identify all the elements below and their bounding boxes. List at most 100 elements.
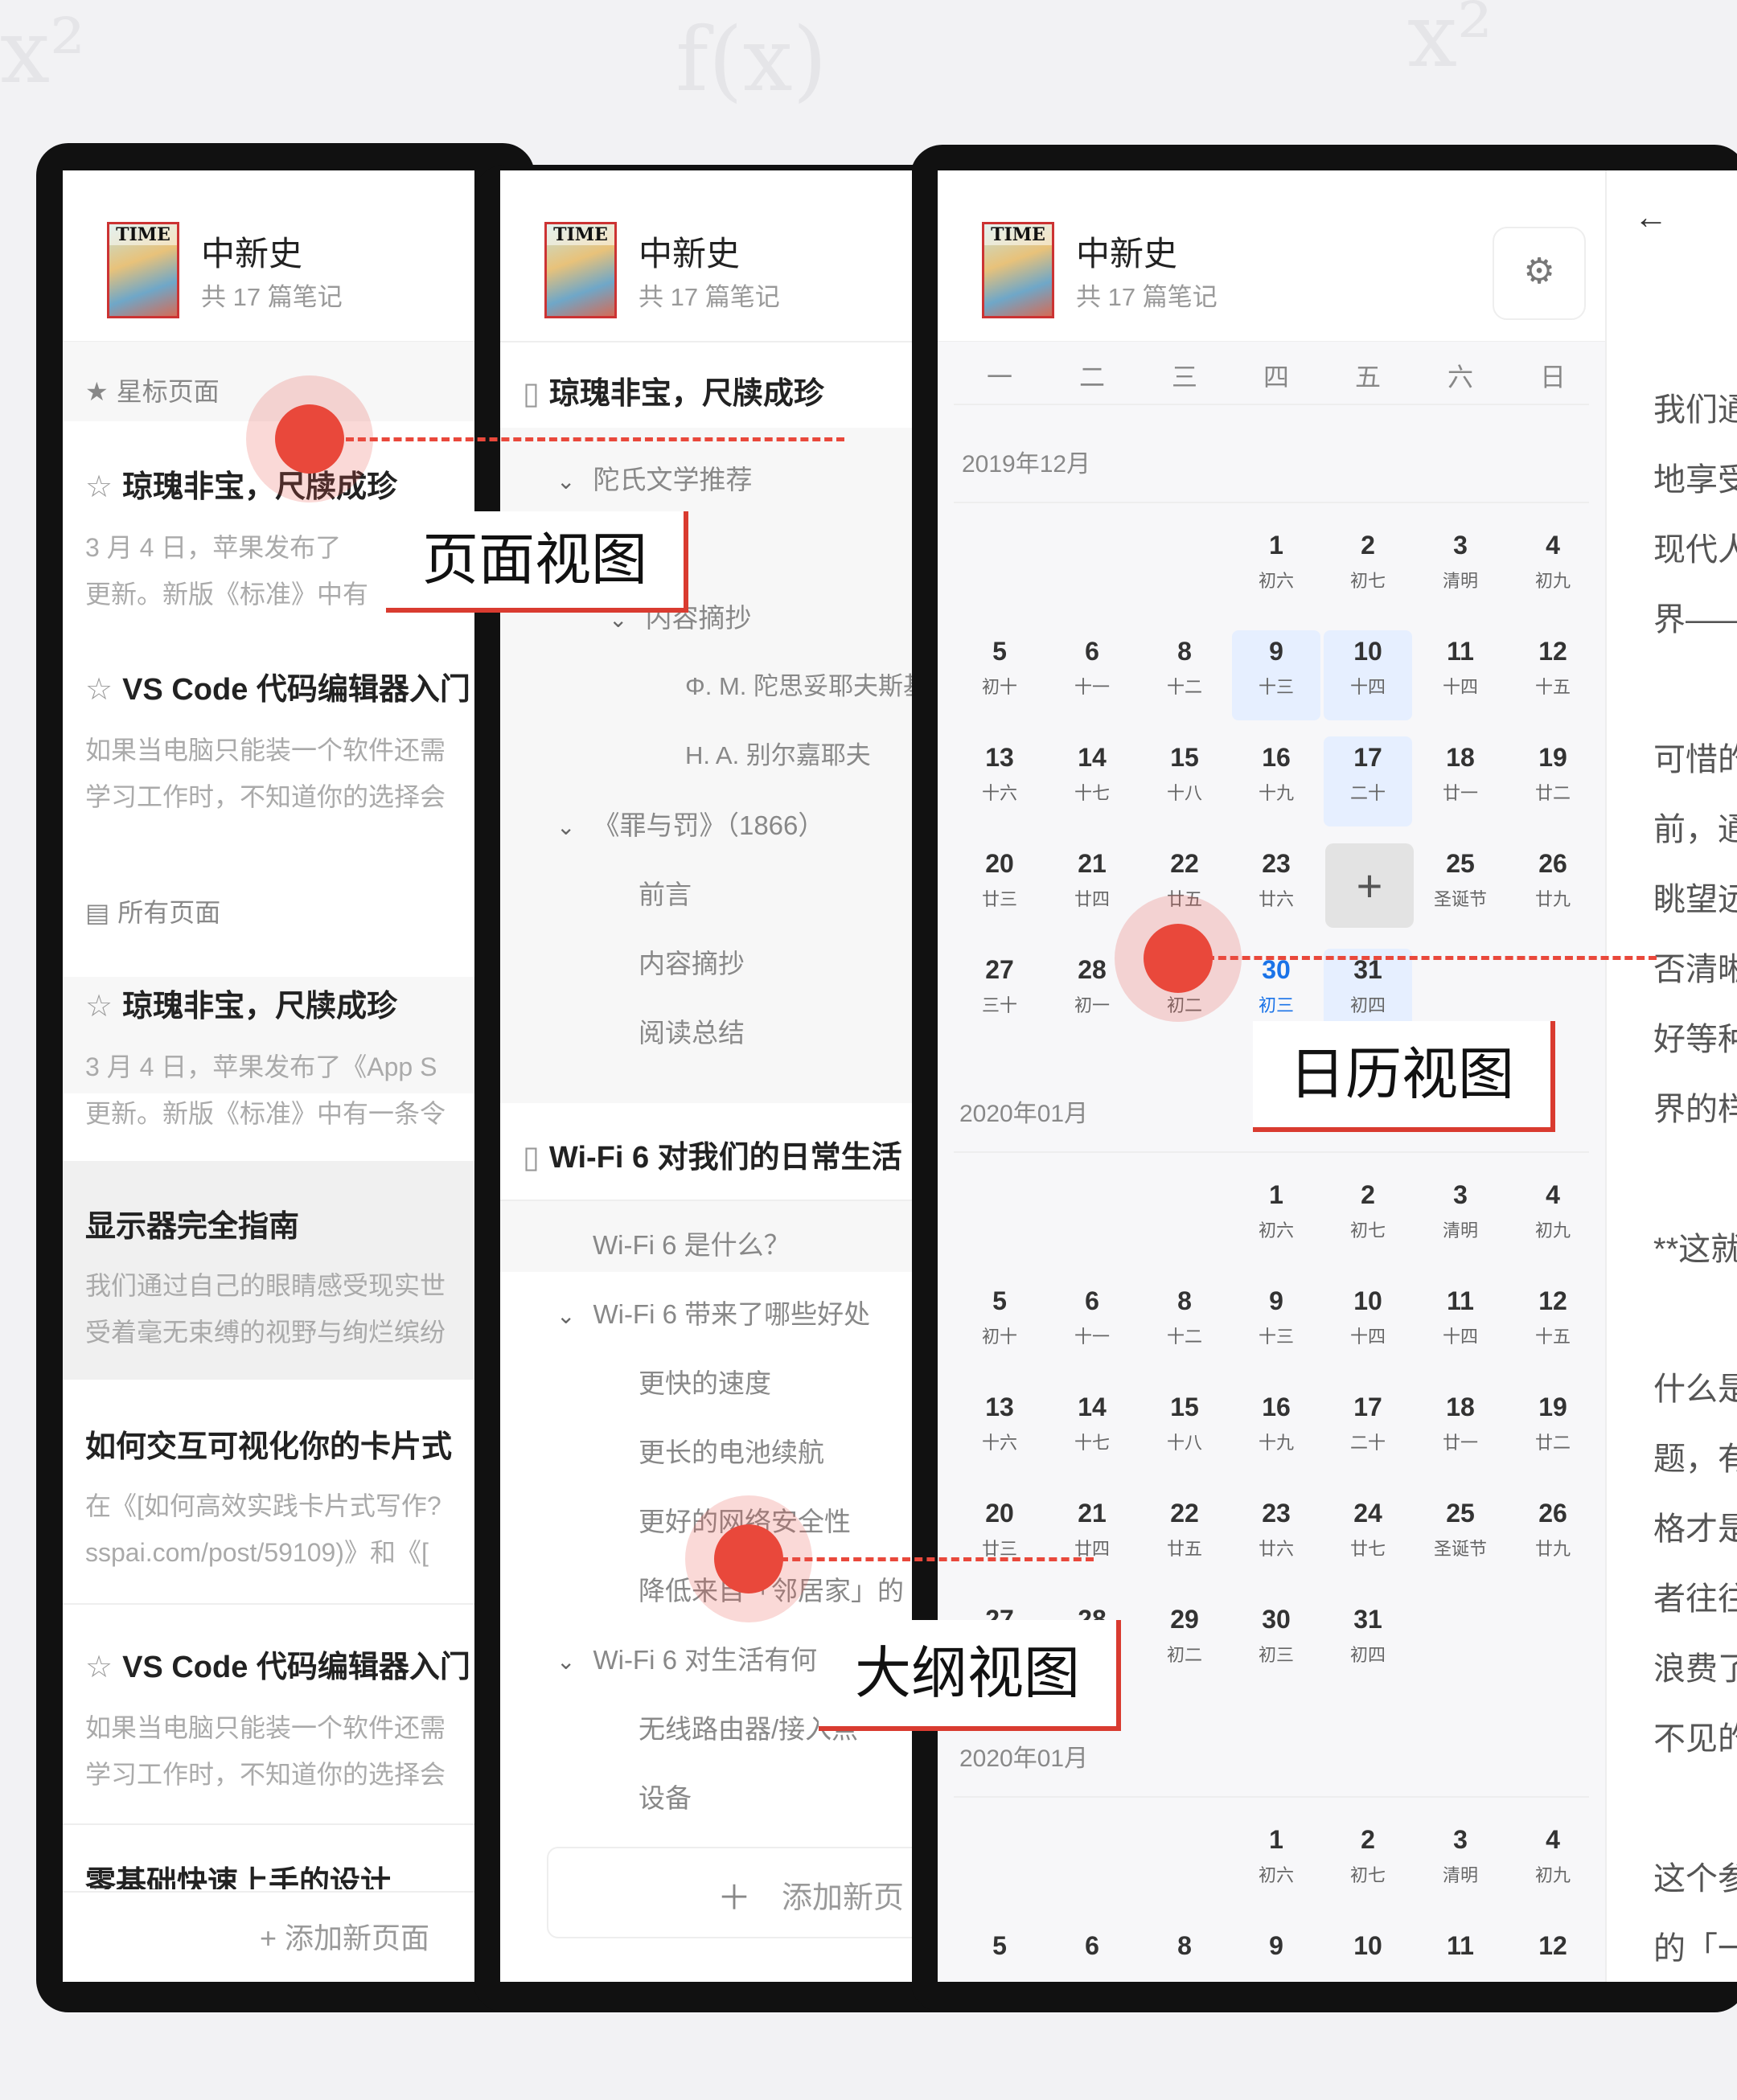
- calendar-day[interactable]: 30 初三: [1232, 1598, 1320, 1688]
- page-item-title[interactable]: 零基础快速上手的设计: [85, 1857, 391, 1889]
- calendar-day[interactable]: 10 十四: [1324, 1280, 1412, 1370]
- day-number: 13: [985, 1392, 1014, 1421]
- calendar-day[interactable]: 21 廿四: [1048, 1492, 1136, 1582]
- calendar-day[interactable]: 13 十六: [955, 1386, 1044, 1476]
- calendar-day[interactable]: 3 清明: [1416, 1174, 1505, 1264]
- calendar-day[interactable]: 19 廿二: [1509, 736, 1597, 826]
- calendar-day[interactable]: 25 圣诞节: [1416, 843, 1505, 933]
- calendar-day[interactable]: 8 十二: [1140, 1280, 1229, 1370]
- calendar-day[interactable]: 15 十八: [1140, 1386, 1229, 1476]
- month-label: 2020年01月: [959, 1745, 1089, 1772]
- calendar-day[interactable]: 3 清明: [1416, 524, 1505, 614]
- calendar-day[interactable]: 2 初七: [1324, 1819, 1412, 1909]
- calendar-day[interactable]: 31 初四: [1324, 1598, 1412, 1688]
- calendar-day[interactable]: 21 廿四: [1048, 843, 1136, 933]
- page-item-title[interactable]: 显示器完全指南: [85, 1201, 299, 1245]
- outline-item[interactable]: Wi-Fi 6 是什么？: [593, 1224, 790, 1262]
- calendar-day[interactable]: 16 十九: [1232, 1386, 1320, 1476]
- calendar-day[interactable]: 2 初七: [1324, 524, 1412, 614]
- calendar-day[interactable]: 12 十五: [1509, 630, 1597, 720]
- calendar-day[interactable]: 9 十三: [1232, 1280, 1320, 1370]
- day-number: 10: [1353, 1286, 1382, 1315]
- calendar-day[interactable]: 5: [955, 1925, 1044, 1982]
- outline-item[interactable]: 阅读总结: [639, 1011, 745, 1050]
- outline-item[interactable]: ⌄ 陀氏文学推荐: [556, 458, 752, 497]
- calendar-day[interactable]: 16 十九: [1232, 736, 1320, 826]
- outline-item[interactable]: 更快的速度: [639, 1362, 771, 1401]
- add-page-button[interactable]: ＋ 添加新页: [547, 1847, 912, 1938]
- outline-item[interactable]: ⌄ 《罪与罚》（1866）: [556, 804, 824, 843]
- calendar-day[interactable]: 2 初七: [1324, 1174, 1412, 1264]
- calendar-day[interactable]: 11: [1416, 1925, 1505, 1982]
- calendar-day[interactable]: 17 二十: [1324, 736, 1412, 826]
- calendar-day[interactable]: 14 十七: [1048, 736, 1136, 826]
- outline-item[interactable]: 内容摘抄: [639, 942, 745, 981]
- calendar-day[interactable]: 10 十四: [1324, 630, 1412, 720]
- calendar-day[interactable]: 15 十八: [1140, 736, 1229, 826]
- calendar-day[interactable]: 8: [1140, 1925, 1229, 1982]
- add-page-button[interactable]: + 添加新页面: [260, 1915, 429, 1957]
- outline-item[interactable]: 前言: [639, 873, 692, 912]
- calendar-day[interactable]: 1 初六: [1232, 524, 1320, 614]
- outline-item[interactable]: ⌄ Wi-Fi 6 带来了哪些好处: [556, 1293, 870, 1331]
- calendar-day[interactable]: 18 廿一: [1416, 736, 1505, 826]
- calendar-day[interactable]: 1 初六: [1232, 1174, 1320, 1264]
- calendar-day[interactable]: 25 圣诞节: [1416, 1492, 1505, 1582]
- outline-item[interactable]: Φ. M. 陀思妥耶夫斯基: [685, 666, 912, 702]
- day-number: 21: [1078, 849, 1107, 878]
- calendar-day[interactable]: 13 十六: [955, 736, 1044, 826]
- calendar-day[interactable]: 14 十七: [1048, 1386, 1136, 1476]
- calendar-day[interactable]: 4 初九: [1509, 1174, 1597, 1264]
- calendar-day[interactable]: 23 廿六: [1232, 843, 1320, 933]
- page-item-title[interactable]: 如何交互可视化你的卡片式: [85, 1421, 452, 1466]
- calendar-day[interactable]: 29 初二: [1140, 1598, 1229, 1688]
- calendar-day[interactable]: 22 廿五: [1140, 1492, 1229, 1582]
- page-item-title[interactable]: ☆ VS Code 代码编辑器入门: [85, 1642, 470, 1686]
- page-item-excerpt: 在《[如何高效实践卡片式写作? sspai.com/post/59109)》和《[: [85, 1491, 441, 1567]
- calendar-day[interactable]: 9: [1232, 1925, 1320, 1982]
- notebook-count: 共 17 篇笔记: [1076, 283, 1218, 311]
- calendar-day[interactable]: 20 廿三: [955, 843, 1044, 933]
- page-item-title[interactable]: ☆ 琼瑰非宝，尺牍成珍: [85, 981, 397, 1025]
- back-arrow-icon[interactable]: ←: [1634, 198, 1668, 236]
- outline-item[interactable]: ⌄ Wi-Fi 6 对生活有何: [556, 1639, 817, 1677]
- calendar-day[interactable]: 3 清明: [1416, 1819, 1505, 1909]
- calendar-day[interactable]: 17 二十: [1324, 1386, 1412, 1476]
- calendar-day[interactable]: 19 廿二: [1509, 1386, 1597, 1476]
- calendar-day[interactable]: 6 十一: [1048, 1280, 1136, 1370]
- outline-item[interactable]: 更长的电池续航: [639, 1431, 824, 1470]
- page-item-title[interactable]: ☆ VS Code 代码编辑器入门: [85, 664, 470, 708]
- calendar-day[interactable]: 6: [1048, 1925, 1136, 1982]
- calendar-day[interactable]: 5 初十: [955, 1280, 1044, 1370]
- calendar-day[interactable]: 4 初九: [1509, 524, 1597, 614]
- outline-item[interactable]: H. A. 别尔嘉耶夫: [685, 735, 871, 771]
- calendar-day[interactable]: 23 廿六: [1232, 1492, 1320, 1582]
- calendar-day[interactable]: 18 廿一: [1416, 1386, 1505, 1476]
- add-note-day-button[interactable]: +: [1325, 843, 1414, 928]
- day-number: 11: [1447, 1931, 1474, 1960]
- calendar-day[interactable]: 9 十三: [1232, 630, 1320, 720]
- gear-icon[interactable]: ⚙: [1493, 227, 1586, 320]
- calendar-day[interactable]: 1 初六: [1232, 1819, 1320, 1909]
- day-number: 26: [1538, 1499, 1567, 1528]
- callout-page-view: 页面视图: [386, 511, 688, 613]
- outline-document-title[interactable]: ▯ Wi-Fi 6 对我们的日常生活: [523, 1132, 902, 1176]
- calendar-day[interactable]: 26 廿九: [1509, 1492, 1597, 1582]
- calendar-day[interactable]: 26 廿九: [1509, 843, 1597, 933]
- reader-text-line: 不见的: [1653, 1721, 1737, 1757]
- calendar-day[interactable]: 10: [1324, 1925, 1412, 1982]
- calendar-day[interactable]: 11 十四: [1416, 630, 1505, 720]
- calendar-day[interactable]: 27 三十: [955, 949, 1044, 1039]
- calendar-day[interactable]: 5 初十: [955, 630, 1044, 720]
- calendar-day[interactable]: 12: [1509, 1925, 1597, 1982]
- outline-document-title[interactable]: ▯ 琼瑰非宝，尺牍成珍: [523, 368, 824, 412]
- reader-text-line: 界的样: [1653, 1092, 1737, 1127]
- calendar-day[interactable]: 6 十一: [1048, 630, 1136, 720]
- calendar-day[interactable]: 24 廿七: [1324, 1492, 1412, 1582]
- outline-item[interactable]: 设备: [639, 1777, 692, 1815]
- calendar-day[interactable]: 8 十二: [1140, 630, 1229, 720]
- calendar-day[interactable]: 20 廿三: [955, 1492, 1044, 1582]
- calendar-day[interactable]: 11 十四: [1416, 1280, 1505, 1370]
- calendar-day[interactable]: 12 十五: [1509, 1280, 1597, 1370]
- calendar-day[interactable]: 4 初九: [1509, 1819, 1597, 1909]
